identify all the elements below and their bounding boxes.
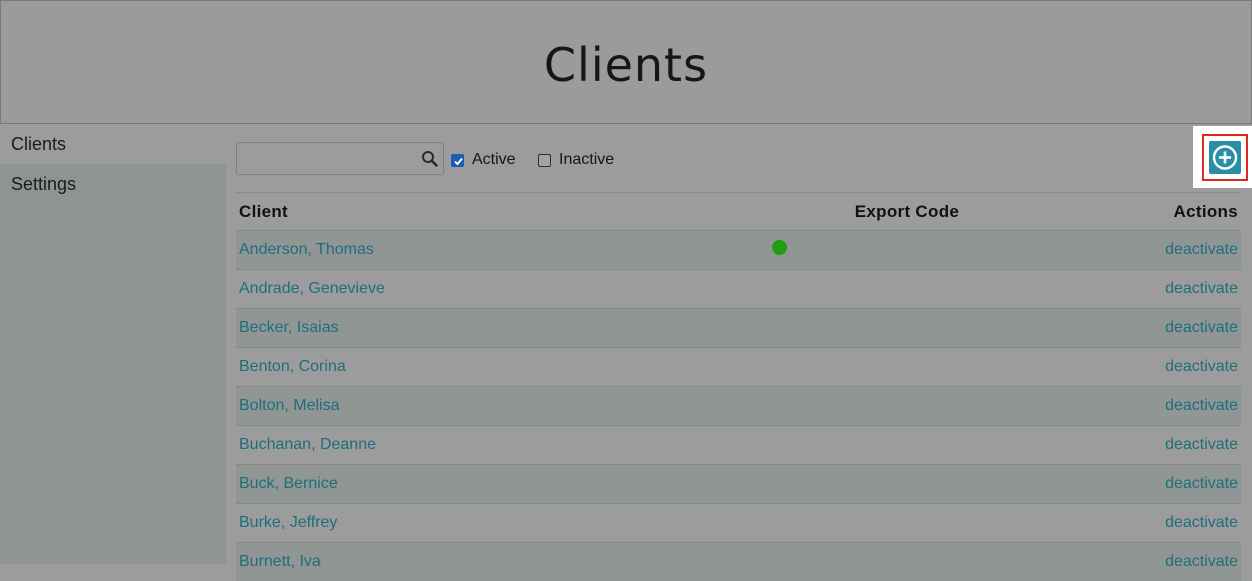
client-link[interactable]: Becker, Isaias (239, 319, 339, 336)
export-code-cell (517, 270, 1095, 309)
export-code-cell (517, 465, 1095, 504)
sidebar-item-label: Clients (11, 134, 66, 154)
toolbar: Active Inactive (236, 124, 1241, 193)
inactive-checkbox[interactable] (538, 154, 551, 167)
table-row: Bolton, Melisa deactivate (236, 387, 1241, 426)
deactivate-link[interactable]: deactivate (1165, 514, 1238, 531)
export-code-cell (517, 543, 1095, 581)
deactivate-link[interactable]: deactivate (1165, 397, 1238, 414)
client-link[interactable]: Burke, Jeffrey (239, 514, 337, 531)
export-code-cell (517, 387, 1095, 426)
inactive-filter[interactable]: Inactive (538, 151, 614, 169)
table-row: Burke, Jeffrey deactivate (236, 504, 1241, 543)
export-code-cell (517, 231, 1095, 270)
table-row: Buck, Bernice deactivate (236, 465, 1241, 504)
client-link[interactable]: Buck, Bernice (239, 475, 338, 492)
actions-column-header: Actions (1095, 193, 1241, 231)
table-row: Burnett, Iva deactivate (236, 543, 1241, 581)
inactive-filter-label: Inactive (559, 151, 614, 169)
export-code-cell (517, 309, 1095, 348)
active-filter-label: Active (472, 151, 516, 169)
table-row: Anderson, Thomas deactivate (236, 231, 1241, 270)
export-code-cell (517, 504, 1095, 543)
search-icon[interactable] (421, 150, 439, 168)
add-client-button[interactable] (1209, 141, 1241, 174)
add-client-highlight (1193, 126, 1252, 188)
table-header-row: Client Export Code Actions (236, 193, 1241, 231)
sidebar-item-clients[interactable]: Clients (0, 124, 226, 164)
add-client-focus-box (1202, 134, 1248, 181)
deactivate-link[interactable]: deactivate (1165, 475, 1238, 492)
table-row: Becker, Isaias deactivate (236, 309, 1241, 348)
deactivate-link[interactable]: deactivate (1165, 319, 1238, 336)
sidebar-item-settings[interactable]: Settings (0, 164, 226, 204)
table-row: Buchanan, Deanne deactivate (236, 426, 1241, 465)
page-header: Clients (0, 0, 1252, 124)
search-input[interactable] (237, 143, 429, 173)
deactivate-link[interactable]: deactivate (1165, 358, 1238, 375)
deactivate-link[interactable]: deactivate (1165, 553, 1238, 570)
export-code-column-header[interactable]: Export Code (517, 193, 1095, 231)
page-title: Clients (1, 1, 1251, 129)
search-box (236, 142, 444, 175)
client-link[interactable]: Bolton, Melisa (239, 397, 340, 414)
export-code-cell (517, 348, 1095, 387)
sidebar: Clients Settings (0, 124, 226, 564)
deactivate-link[interactable]: deactivate (1165, 436, 1238, 453)
plus-circle-icon (1209, 141, 1241, 174)
client-link[interactable]: Andrade, Genevieve (239, 280, 385, 297)
clients-table: Client Export Code Actions Anderson, Tho… (236, 193, 1241, 581)
status-dot-icon (772, 240, 787, 255)
client-column-header[interactable]: Client (236, 193, 517, 231)
deactivate-link[interactable]: deactivate (1165, 241, 1238, 258)
deactivate-link[interactable]: deactivate (1165, 280, 1238, 297)
client-link[interactable]: Benton, Corina (239, 358, 346, 375)
active-filter[interactable]: Active (451, 151, 516, 169)
table-row: Benton, Corina deactivate (236, 348, 1241, 387)
client-link[interactable]: Burnett, Iva (239, 553, 321, 570)
table-row: Andrade, Genevieve deactivate (236, 270, 1241, 309)
client-link[interactable]: Anderson, Thomas (239, 241, 374, 258)
client-link[interactable]: Buchanan, Deanne (239, 436, 376, 453)
active-checkbox[interactable] (451, 154, 464, 167)
sidebar-item-label: Settings (11, 174, 76, 194)
main-content: Active Inactive Client Export Co (236, 124, 1241, 564)
export-code-cell (517, 426, 1095, 465)
